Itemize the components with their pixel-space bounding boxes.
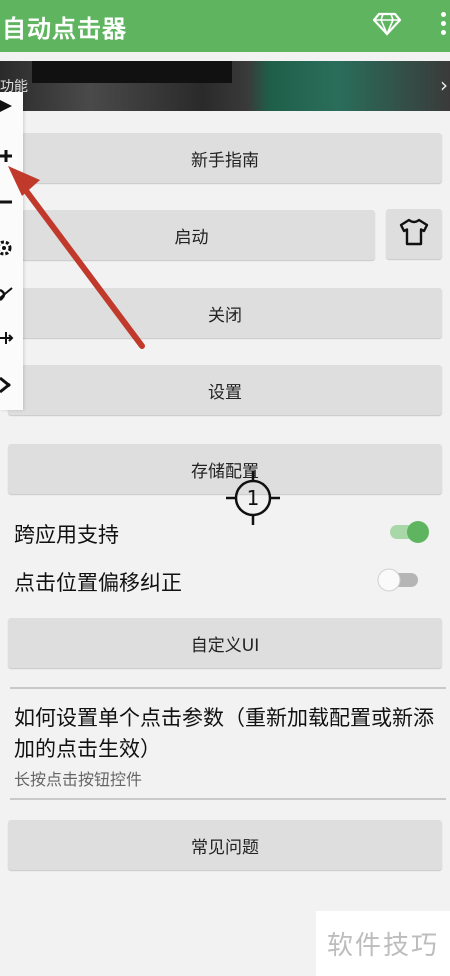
offset-switch[interactable] <box>374 565 422 599</box>
cross-app-switch[interactable] <box>386 517 434 551</box>
floating-toolbar <box>0 92 23 410</box>
custom-ui-button[interactable]: 自定义UI <box>8 618 442 668</box>
cross-app-label: 跨应用支持 <box>14 523 119 547</box>
app-title: 自动点击器 <box>2 15 127 43</box>
howto-title: 如何设置单个点击参数（重新加载配置或新添加的点击生效） <box>14 706 434 761</box>
gear-icon[interactable] <box>0 238 20 258</box>
divider <box>10 798 446 800</box>
eye-off-icon[interactable] <box>0 284 20 304</box>
start-button[interactable]: 启动 <box>8 210 375 260</box>
theme-button[interactable] <box>386 209 442 259</box>
faq-button[interactable]: 常见问题 <box>8 820 442 870</box>
minus-icon[interactable] <box>0 192 20 212</box>
divider <box>10 687 446 689</box>
play-icon[interactable] <box>0 96 20 116</box>
banner-image <box>32 61 232 83</box>
watermark: 软件技巧 <box>316 911 450 976</box>
offset-label: 点击位置偏移纠正 <box>14 571 182 595</box>
howto-subtitle: 长按点击按钮控件 <box>14 770 143 789</box>
ad-banner[interactable]: 功能 › <box>0 61 450 111</box>
chevron-right-icon[interactable]: › <box>440 73 448 97</box>
move-icon[interactable] <box>0 328 20 348</box>
close-button[interactable]: 关闭 <box>8 288 442 338</box>
app-bar: 自动点击器 <box>0 0 450 52</box>
close-icon[interactable] <box>0 374 20 394</box>
plus-icon[interactable] <box>0 146 20 166</box>
crosshair-label: 1 <box>247 486 260 510</box>
click-target-crosshair[interactable]: 1 <box>226 471 280 525</box>
guide-button[interactable]: 新手指南 <box>8 133 442 183</box>
diamond-icon[interactable] <box>372 11 402 37</box>
shirt-icon <box>398 218 430 250</box>
settings-button[interactable]: 设置 <box>8 365 442 415</box>
more-vert-icon[interactable] <box>436 10 450 40</box>
save-config-button[interactable]: 存储配置 <box>8 444 442 494</box>
